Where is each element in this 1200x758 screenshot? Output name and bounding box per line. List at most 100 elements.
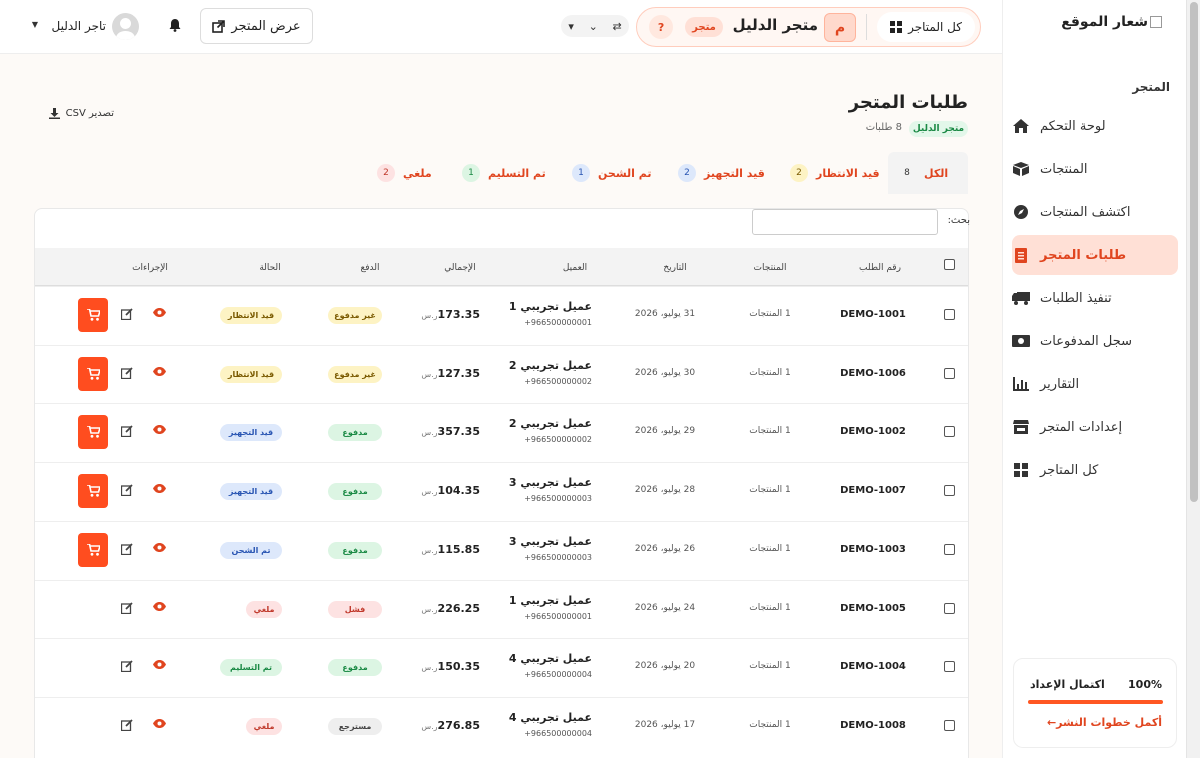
sidebar-item-payments-log[interactable]: سجل المدفوعات (1012, 321, 1178, 361)
edit-order-icon[interactable] (119, 602, 133, 614)
sidebar-item-all-stores[interactable]: كل المتاجر (1012, 450, 1178, 490)
sidebar-item-products[interactable]: المنتجات (1012, 149, 1178, 189)
cart-action-button[interactable] (78, 357, 108, 391)
cart-action-button[interactable] (78, 415, 108, 449)
scrollbar-thumb[interactable] (1190, 2, 1198, 502)
search-input[interactable] (752, 209, 938, 235)
export-csv-button[interactable]: تصدير CSV (44, 108, 114, 119)
customer-phone: 966500000001+ (524, 318, 592, 327)
customer-name: عميل تجريبي 2 (508, 359, 592, 372)
column-header-order-no[interactable]: رقم الطلب (840, 263, 920, 273)
filter-tab-processing[interactable]: قيد التجهيز 2 (678, 152, 765, 194)
currency: ر.س (421, 370, 438, 379)
caret-down-icon[interactable]: ▼ (28, 20, 38, 29)
row-checkbox[interactable] (944, 309, 955, 320)
edit-order-icon[interactable] (119, 367, 133, 379)
sidebar-item-store-orders[interactable]: طلبات المتجر (1012, 235, 1178, 275)
store-tag-badge: متجر الدليل (909, 121, 968, 137)
view-order-icon[interactable] (152, 660, 166, 669)
order-number[interactable]: DEMO-1001 (830, 309, 916, 320)
edit-order-icon[interactable] (119, 719, 133, 731)
column-header-customer[interactable]: العميل (540, 263, 610, 273)
store-switch-dropdown[interactable]: ⇄ ⌄ ▾ (561, 15, 629, 37)
bell-icon[interactable] (166, 18, 182, 34)
order-number[interactable]: DEMO-1003 (830, 544, 916, 555)
sidebar-item-discover-products[interactable]: اكتشف المنتجات (1012, 192, 1178, 232)
view-order-icon[interactable] (152, 484, 166, 493)
column-header-status[interactable]: الحالة (240, 263, 300, 273)
filter-tab-cancelled[interactable]: ملغي 2 (377, 152, 432, 194)
site-logo[interactable]: شعار الموقع (1022, 14, 1162, 30)
order-total: 115.85 (437, 543, 480, 556)
view-order-icon[interactable] (152, 543, 166, 552)
order-number[interactable]: DEMO-1004 (830, 661, 916, 672)
select-all-checkbox[interactable] (944, 259, 955, 270)
row-checkbox[interactable] (944, 661, 955, 672)
user-avatar[interactable] (112, 13, 139, 40)
edit-order-icon[interactable] (119, 543, 133, 555)
column-header-products[interactable]: المنتجات (735, 263, 805, 273)
order-number[interactable]: DEMO-1007 (830, 485, 916, 496)
sidebar-item-store-settings[interactable]: إعدادات المتجر (1012, 407, 1178, 447)
cart-action-button[interactable] (78, 298, 108, 332)
cart-action-button[interactable] (78, 474, 108, 508)
order-total: 150.35 (437, 660, 480, 673)
status-badge: تم التسليم (220, 659, 282, 676)
sidebar-item-reports[interactable]: التقارير (1012, 364, 1178, 404)
filter-tab-delivered[interactable]: تم التسليم 1 (462, 152, 546, 194)
order-number[interactable]: DEMO-1008 (830, 720, 916, 731)
help-button[interactable]: ? (649, 15, 673, 39)
edit-order-icon[interactable] (119, 425, 133, 437)
customer-name: عميل تجريبي 1 (508, 300, 592, 313)
sidebar-item-label: اكتشف المنتجات (1040, 204, 1131, 220)
user-name[interactable]: تاجر الدليل (44, 19, 106, 33)
order-number[interactable]: DEMO-1005 (830, 603, 916, 614)
filter-tab-label: ملغي (403, 166, 432, 180)
row-checkbox[interactable] (944, 720, 955, 731)
page-scrollbar[interactable] (1186, 0, 1200, 758)
filter-tab-pending[interactable]: قيد الانتظار 2 (790, 152, 880, 194)
filter-tab-count: 2 (377, 164, 395, 182)
cart-action-button[interactable] (78, 533, 108, 567)
view-order-icon[interactable] (152, 719, 166, 728)
sidebar-item-dashboard[interactable]: لوحة التحكم (1012, 106, 1178, 146)
payment-badge: مدفوع (328, 542, 382, 559)
sidebar-item-label: إعدادات المتجر (1040, 419, 1123, 435)
order-number[interactable]: DEMO-1006 (830, 368, 916, 379)
view-order-icon[interactable] (152, 425, 166, 434)
edit-order-icon[interactable] (119, 660, 133, 672)
order-date: 24 يوليو، 2026 (634, 603, 696, 613)
view-order-icon[interactable] (152, 602, 166, 611)
row-checkbox[interactable] (944, 544, 955, 555)
edit-order-icon[interactable] (119, 484, 133, 496)
customer-name: عميل تجريبي 2 (508, 417, 592, 430)
home-icon (1012, 117, 1030, 135)
status-badge: قيد التجهيز (220, 424, 282, 441)
row-checkbox[interactable] (944, 368, 955, 379)
all-stores-button[interactable]: كل المتاجر (877, 12, 975, 42)
row-checkbox[interactable] (944, 485, 955, 496)
edit-order-icon[interactable] (119, 308, 133, 320)
sidebar-item-fulfillment[interactable]: تنفيذ الطلبات (1012, 278, 1178, 318)
view-order-icon[interactable] (152, 367, 166, 376)
complete-publish-steps-link[interactable]: أكمل خطوات النشر← (1030, 716, 1162, 729)
row-checkbox[interactable] (944, 426, 955, 437)
view-store-button[interactable]: عرض المتجر (200, 8, 313, 44)
sidebar-item-label: التقارير (1040, 376, 1080, 392)
status-badge: قيد الانتظار (220, 307, 282, 324)
view-order-icon[interactable] (152, 308, 166, 317)
row-checkbox[interactable] (944, 603, 955, 614)
filter-tab-all[interactable]: الكل 8 (888, 152, 968, 194)
column-header-date[interactable]: التاريخ (640, 263, 710, 273)
order-number[interactable]: DEMO-1002 (830, 426, 916, 437)
column-header-total[interactable]: الإجمالي (430, 263, 490, 273)
filter-tab-label: قيد الانتظار (816, 166, 880, 180)
product-count: 1 المنتجات (749, 426, 791, 436)
view-store-label: عرض المتجر (231, 18, 301, 34)
payment-badge: مدفوع (328, 424, 382, 441)
column-header-payment[interactable]: الدفع (340, 263, 400, 273)
filter-tab-label: تم الشحن (598, 166, 652, 180)
external-link-icon (212, 19, 226, 33)
filter-tab-shipped[interactable]: تم الشحن 1 (572, 152, 652, 194)
customer-phone: 966500000002+ (524, 435, 592, 444)
